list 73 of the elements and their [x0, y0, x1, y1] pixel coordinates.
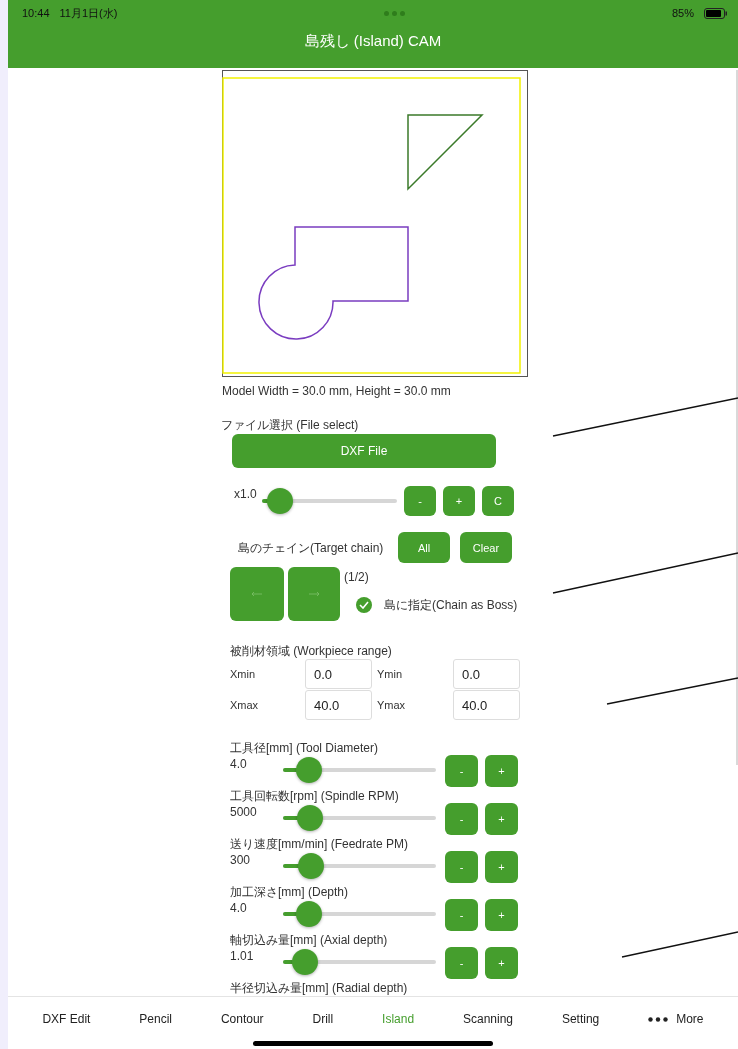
tab-item[interactable]: Contour	[216, 1008, 268, 1030]
range-label: Xmax	[230, 698, 260, 713]
dxf-file-button[interactable]: DXF File	[232, 434, 496, 468]
slider[interactable]	[283, 901, 436, 927]
parameter-value: 4.0	[230, 756, 248, 772]
model-size-text: Model Width = 30.0 mm, Height = 30.0 mm	[222, 383, 452, 399]
step-button[interactable]: -	[445, 851, 478, 883]
checkmark-icon	[359, 601, 369, 609]
slider-thumb[interactable]	[291, 949, 318, 975]
parameter-label: 送り速度[mm/min] (Feedrate PM)	[230, 836, 410, 852]
tab-item[interactable]: Scanning	[459, 1008, 518, 1030]
step-button[interactable]: -	[445, 899, 478, 931]
zoom-reading: x1.0	[234, 486, 258, 502]
multitask-icon	[384, 10, 406, 16]
parameter-value: 300	[230, 852, 252, 868]
status-date: 11月1日(水)	[59, 5, 118, 21]
parameter-value: 4.0	[230, 900, 248, 916]
tab-item[interactable]: Pencil	[135, 1008, 177, 1030]
boss-checkbox-label: 島に指定(Chain as Boss)	[384, 597, 518, 613]
more-icon	[648, 1016, 669, 1022]
zoom-button[interactable]: C	[482, 486, 514, 516]
tab-item[interactable]: Island	[378, 1008, 419, 1030]
step-button[interactable]: +	[485, 755, 518, 787]
slider[interactable]	[283, 757, 436, 783]
step-button[interactable]: +	[485, 947, 518, 979]
range-label: Xmin	[230, 667, 257, 682]
slider[interactable]	[283, 949, 436, 975]
file-select-label: ファイル選択 (File select)	[221, 417, 360, 433]
step-button[interactable]: +	[485, 899, 518, 931]
step-button[interactable]: -	[445, 755, 478, 787]
step-button[interactable]: +	[485, 851, 518, 883]
slider-thumb[interactable]	[298, 853, 325, 879]
slider[interactable]	[262, 488, 397, 514]
workpiece-label: 被削材領域 (Workpiece range)	[230, 643, 393, 659]
step-button[interactable]: +	[485, 803, 518, 835]
step-button[interactable]: -	[445, 947, 478, 979]
chain-button[interactable]: All	[398, 532, 450, 563]
battery-percent: 85%	[671, 7, 694, 19]
chain-button[interactable]: Clear	[460, 532, 512, 563]
parameter-value: 1.01	[230, 948, 255, 964]
screen-title: 島残し (Island) CAM	[303, 31, 443, 51]
battery-icon	[704, 7, 728, 19]
range-label: Ymin	[377, 667, 404, 682]
slider-thumb[interactable]	[296, 805, 323, 831]
zoom-button[interactable]: +	[443, 486, 475, 516]
range-field[interactable]: 40.0	[305, 690, 372, 720]
right-arrow-icon	[308, 591, 320, 597]
target-chain-label: 島のチェイン(Target chain)	[238, 539, 385, 556]
slider[interactable]	[283, 805, 436, 831]
parameter-label: 加工深さ[mm] (Depth)	[230, 884, 349, 900]
zoom-button[interactable]: -	[404, 486, 436, 516]
tab-item[interactable]: DXF Edit	[38, 1008, 95, 1030]
tab-item[interactable]: Setting	[557, 1008, 604, 1030]
parameter-label: 半径切込み量[mm] (Radial depth)	[230, 980, 409, 996]
range-label: Ymax	[377, 698, 407, 713]
step-button[interactable]: -	[445, 803, 478, 835]
parameter-value: 5000	[230, 804, 258, 820]
slider-thumb[interactable]	[295, 901, 322, 927]
tab-item[interactable]: More	[644, 1008, 708, 1030]
boss-checkbox[interactable]	[356, 597, 372, 613]
parameter-label: 軸切込み量[mm] (Axial depth)	[230, 932, 389, 948]
left-arrow-icon	[251, 591, 263, 597]
slider-thumb[interactable]	[295, 757, 322, 783]
range-field[interactable]: 0.0	[305, 659, 372, 689]
slider-thumb[interactable]	[267, 488, 294, 514]
parameter-label: 工具回転数[rpm] (Spindle RPM)	[230, 788, 400, 804]
chain-counter: (1/2)	[344, 569, 370, 585]
slider[interactable]	[283, 853, 436, 879]
tab-item[interactable]: Drill	[308, 1008, 338, 1030]
parameter-label: 工具径[mm] (Tool Diameter)	[230, 740, 379, 756]
clock-time: 10:44	[22, 7, 50, 19]
range-field[interactable]: 0.0	[453, 659, 520, 689]
range-field[interactable]: 40.0	[453, 690, 520, 720]
